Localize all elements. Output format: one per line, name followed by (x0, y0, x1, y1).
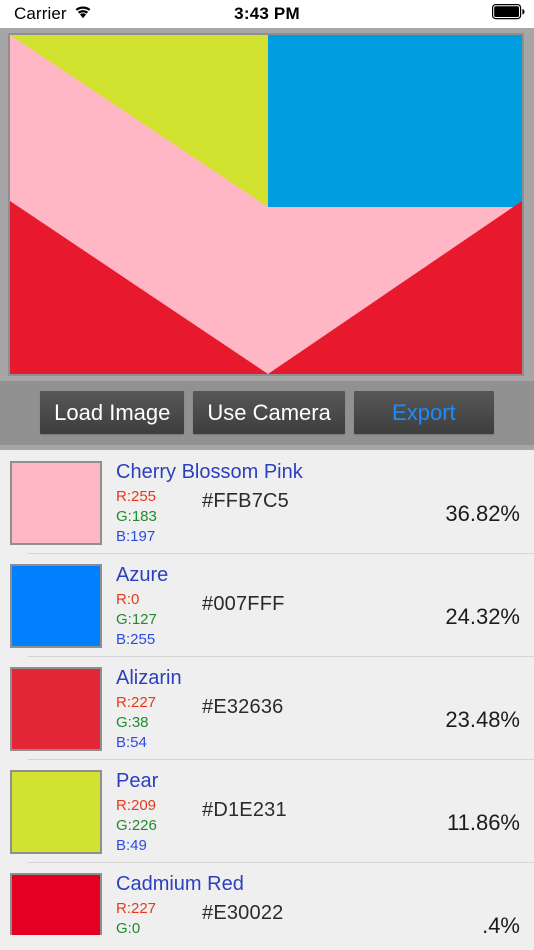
color-percentage: 24.32% (445, 603, 520, 629)
rgb-green-value: G:0 (116, 920, 141, 935)
color-list-item[interactable]: Cherry Blossom Pink R:255 G:183 B:197 #FFB7C… (0, 450, 534, 553)
color-percentage: .4% (482, 912, 520, 936)
color-info: Azure R:0 G:127 B:255 #007FFF (102, 563, 400, 656)
rgb-values: R:209 G:226 B:49 (116, 796, 202, 856)
rgb-red-value: R:227 (116, 900, 157, 917)
preview-graphic (10, 35, 522, 374)
rgb-red-value: R:0 (116, 591, 140, 608)
carrier-label: Carrier (14, 4, 67, 23)
color-swatch (10, 667, 102, 751)
color-percentage: 23.48% (445, 706, 520, 732)
image-preview-frame[interactable] (8, 33, 524, 376)
color-info: Cadmium RedR:227G:0B:34#E30022 (102, 872, 400, 935)
color-info: Pear R:209 G:226 B:49 #D1E231 (102, 769, 400, 862)
color-name: Cadmium Red (116, 873, 244, 895)
color-info: Alizarin R:227 G:38 B:54 #E32636 (102, 666, 400, 759)
hex-code: #E32636 (202, 696, 284, 718)
status-bar-right (492, 3, 526, 25)
status-bar-left: Carrier (14, 4, 92, 24)
color-info: Cherry Blossom Pink R:255 G:183 B:197 #FFB7C… (102, 460, 400, 553)
rgb-values: R:255 G:183 B:197 (116, 487, 202, 547)
load-image-button[interactable]: Load Image (40, 390, 185, 434)
rgb-red-value: R:227 (116, 694, 157, 711)
color-result-list[interactable]: Cherry Blossom Pink R:255 G:183 B:197 #FFB7C… (0, 450, 534, 935)
hex-code: #007FFF (202, 593, 285, 615)
wifi-icon (74, 5, 92, 24)
status-bar: Carrier 3:43 PM (0, 0, 534, 28)
hex-code: #D1E231 (202, 799, 287, 821)
color-name: Alizarin (116, 667, 182, 689)
preview-shape-blue (268, 35, 522, 207)
color-percentage: 36.82% (445, 500, 520, 526)
color-swatch (10, 873, 102, 935)
color-name: Cherry Blossom Pink (116, 461, 303, 483)
color-list-item[interactable]: Azure R:0 G:127 B:255 #007FFF 24.32% (0, 553, 534, 656)
hex-code: #E30022 (202, 902, 284, 924)
color-percentage: 11.86% (447, 809, 520, 835)
rgb-red-value: R:255 (116, 488, 157, 505)
image-preview-area (0, 28, 534, 381)
color-list-item[interactable]: Cadmium RedR:227G:0B:34#E30022.4% (0, 862, 534, 935)
color-list-item[interactable]: Pear R:209 G:226 B:49 #D1E231 11.86% (0, 759, 534, 862)
rgb-values: R:0 G:127 B:255 (116, 590, 202, 650)
color-swatch (10, 770, 102, 854)
rgb-red-value: R:209 (116, 797, 157, 814)
battery-full-icon (492, 3, 526, 25)
rgb-blue-value: B:54 (116, 734, 147, 751)
color-list-item[interactable]: Alizarin R:227 G:38 B:54 #E32636 23.48% (0, 656, 534, 759)
rgb-blue-value: B:197 (116, 528, 156, 545)
rgb-values: R:227G:0B:34 (116, 899, 202, 935)
rgb-green-value: G:127 (116, 611, 157, 628)
hex-code: #FFB7C5 (202, 490, 289, 512)
rgb-green-value: G:226 (116, 817, 157, 834)
rgb-green-value: G:183 (116, 508, 157, 525)
color-name: Pear (116, 770, 159, 792)
color-swatch (10, 564, 102, 648)
rgb-values: R:227 G:38 B:54 (116, 693, 202, 753)
color-name: Azure (116, 564, 169, 586)
rgb-blue-value: B:49 (116, 837, 147, 854)
rgb-green-value: G:38 (116, 714, 149, 731)
color-swatch (10, 461, 102, 545)
use-camera-button[interactable]: Use Camera (193, 390, 345, 434)
action-toolbar: Load Image Use Camera Export (0, 381, 534, 450)
export-button[interactable]: Export (353, 390, 494, 434)
rgb-blue-value: B:255 (116, 631, 156, 648)
